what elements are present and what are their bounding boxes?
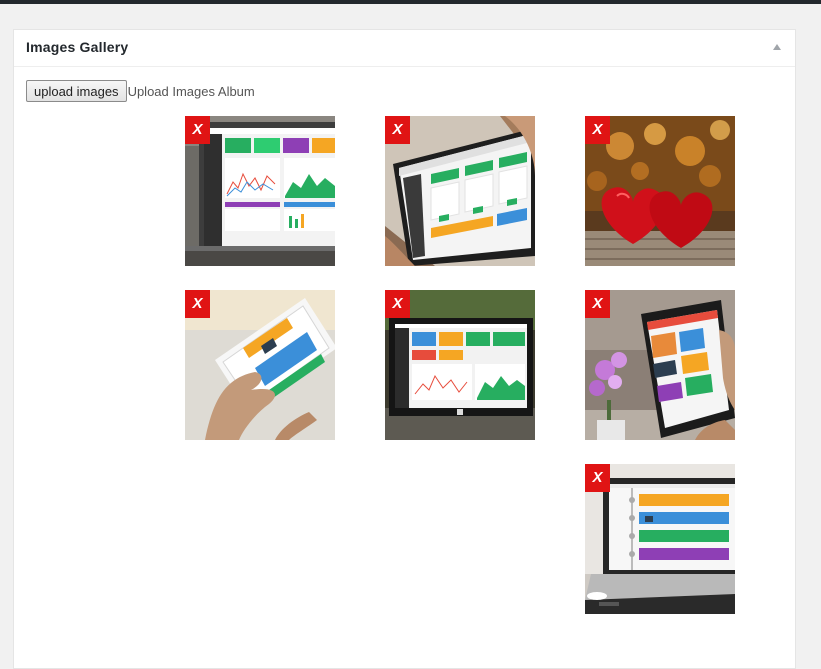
images-gallery-panel: Images Gallery upload images Upload Imag… xyxy=(13,29,796,669)
remove-image-button[interactable]: X xyxy=(185,290,210,318)
remove-image-button[interactable]: X xyxy=(185,116,210,144)
panel-header[interactable]: Images Gallery xyxy=(14,30,795,67)
gallery-image-red-hearts[interactable]: X xyxy=(585,116,735,266)
remove-image-button[interactable]: X xyxy=(385,116,410,144)
gallery-image-surface-dashboard[interactable]: X xyxy=(385,290,535,440)
gallery-image-laptop-dashboard[interactable]: X xyxy=(185,116,335,266)
gallery-image-laptop-timeline[interactable]: X xyxy=(585,464,735,614)
gallery-image-ipad-flowers[interactable]: X xyxy=(585,290,735,440)
remove-image-button[interactable]: X xyxy=(585,464,610,492)
upload-images-button[interactable]: upload images xyxy=(26,80,127,102)
upload-images-album-label: Upload Images Album xyxy=(127,83,255,99)
gallery-image-phone-app[interactable]: X xyxy=(185,290,335,440)
remove-image-button[interactable]: X xyxy=(585,290,610,318)
panel-title: Images Gallery xyxy=(26,39,129,55)
remove-image-button[interactable]: X xyxy=(585,116,610,144)
gallery-image-tablet-dashboard[interactable]: X xyxy=(385,116,535,266)
remove-image-button[interactable]: X xyxy=(385,290,410,318)
admin-top-bar xyxy=(0,0,821,4)
collapse-toggle-icon[interactable] xyxy=(773,44,781,50)
upload-row: upload images Upload Images Album xyxy=(26,80,255,102)
